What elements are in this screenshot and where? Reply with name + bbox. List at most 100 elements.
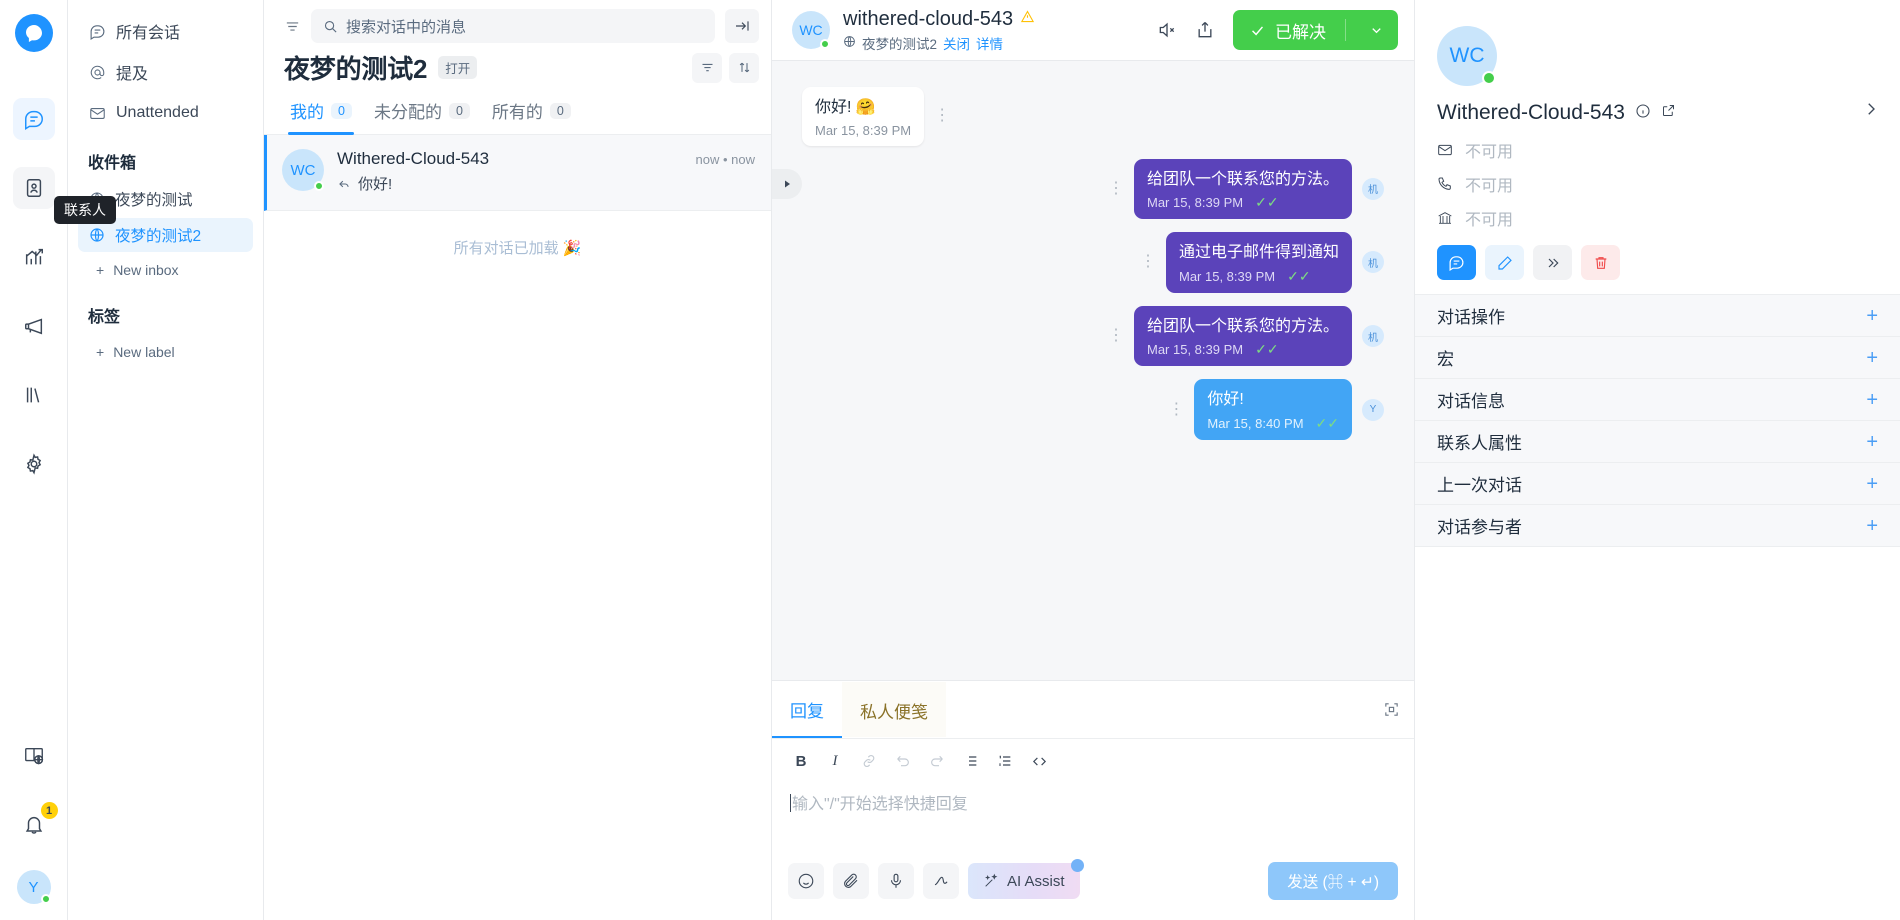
- rail-item-settings[interactable]: [13, 443, 55, 485]
- presence-dot: [820, 39, 830, 49]
- contact-email-field: 不可用: [1437, 138, 1878, 162]
- new-inbox-button[interactable]: + New inbox: [78, 254, 253, 286]
- merge-contact-button[interactable]: [1533, 245, 1572, 280]
- chat-subline: 夜梦的测试2 关闭 详情: [843, 33, 1035, 53]
- tab-count: 0: [448, 102, 470, 119]
- microphone-icon[interactable]: [878, 863, 914, 899]
- accordion-conversation-participants[interactable]: 对话参与者 +: [1415, 505, 1900, 547]
- message-bubble-outgoing: 通过电子邮件得到通知 Mar 15, 8:39 PM ✓✓: [1165, 232, 1352, 293]
- reply-editor: 回复 私人便笺 B I 输入"/"开始选择快捷回复 AI Assist 发送 (…: [772, 680, 1414, 920]
- message-menu-icon[interactable]: ⋮: [1098, 180, 1134, 197]
- delivery-status-icon: ✓✓: [1287, 267, 1311, 284]
- code-icon[interactable]: [1024, 748, 1054, 774]
- resolve-button[interactable]: 已解决: [1233, 10, 1398, 50]
- redo-icon[interactable]: [922, 748, 952, 774]
- edit-contact-button[interactable]: [1485, 245, 1524, 280]
- tab-mine[interactable]: 我的 0: [284, 92, 362, 135]
- message-timestamp: Mar 15, 8:39 PM: [1146, 195, 1244, 211]
- conversation-preview-text: 你好!: [358, 176, 393, 193]
- delete-contact-button[interactable]: [1581, 245, 1620, 280]
- expand-editor-icon[interactable]: [1383, 701, 1400, 718]
- rail-item-conversations[interactable]: [12, 98, 55, 140]
- contacts-tooltip: 联系人: [54, 196, 116, 224]
- sidebar-item-mentions[interactable]: 提及: [78, 53, 253, 91]
- bold-icon[interactable]: B: [786, 748, 816, 774]
- accordion-contact-attributes[interactable]: 联系人属性 +: [1415, 421, 1900, 463]
- numbered-list-icon[interactable]: [990, 748, 1020, 774]
- docs-globe-icon[interactable]: [13, 735, 55, 777]
- scroll-toggle-button[interactable]: [772, 169, 802, 199]
- sidebar-item-all-conversations[interactable]: 所有会话: [78, 12, 253, 50]
- plus-icon: +: [1866, 346, 1878, 369]
- external-link-icon[interactable]: [1661, 103, 1676, 123]
- sidebar-item-unattended[interactable]: Unattended: [78, 94, 253, 132]
- rail-item-campaigns[interactable]: [13, 305, 55, 347]
- format-toolbar: B I: [772, 739, 1414, 778]
- chevron-down-icon[interactable]: [1359, 23, 1394, 38]
- chat-contact-name: withered-cloud-543: [843, 7, 1014, 30]
- conversation-contact-name: Withered-Cloud-543: [337, 149, 490, 168]
- share-icon[interactable]: [1195, 20, 1215, 40]
- sidebar-item-label: 所有会话: [116, 25, 181, 42]
- avatar: WC: [1437, 26, 1497, 86]
- delivery-status-icon: ✓✓: [1315, 414, 1339, 431]
- label-group-title: 标签: [88, 309, 121, 326]
- tab-label: 我的: [290, 103, 324, 122]
- tab-unassigned[interactable]: 未分配的 0: [368, 92, 480, 134]
- message-menu-icon[interactable]: ⋮: [924, 108, 960, 124]
- plus-icon: +: [1866, 388, 1878, 411]
- send-button[interactable]: 发送 (⌘ + ↵): [1268, 862, 1398, 900]
- tab-private-note[interactable]: 私人便笺: [842, 682, 946, 737]
- message-menu-icon[interactable]: ⋮: [1158, 401, 1194, 418]
- contact-name-row: Withered-Cloud-543: [1437, 101, 1878, 125]
- user-avatar[interactable]: Y: [16, 870, 51, 904]
- tab-all[interactable]: 所有的 0: [486, 92, 581, 134]
- italic-icon[interactable]: I: [820, 748, 850, 774]
- message-menu-icon[interactable]: ⋮: [1130, 254, 1166, 270]
- bullet-list-icon[interactable]: [956, 748, 986, 774]
- close-details-link[interactable]: 关闭: [943, 33, 970, 53]
- tab-count: 0: [331, 102, 352, 119]
- sort-button[interactable]: [729, 52, 759, 83]
- ai-assist-label: AI Assist: [1007, 872, 1065, 890]
- message-menu-icon[interactable]: ⋮: [1098, 328, 1134, 344]
- accordion-previous-conversations[interactable]: 上一次对话 +: [1415, 463, 1900, 505]
- link-icon[interactable]: [854, 748, 884, 774]
- mute-speaker-icon[interactable]: [1157, 20, 1177, 40]
- message-input[interactable]: 输入"/"开始选择快捷回复: [772, 778, 1414, 856]
- editor-bottom-toolbar: AI Assist 发送 (⌘ + ↵): [772, 856, 1414, 920]
- chevron-right-icon[interactable]: [1862, 100, 1880, 123]
- chatwoot-logo: [14, 14, 53, 52]
- rail-item-reports[interactable]: [13, 236, 55, 278]
- bell-icon[interactable]: 1: [13, 802, 58, 846]
- filter-button[interactable]: [692, 52, 722, 83]
- plus-icon: +: [96, 344, 105, 360]
- new-label-button[interactable]: + New label: [78, 336, 253, 368]
- chat-title-line: withered-cloud-543: [843, 8, 1035, 31]
- text-caret: [790, 794, 791, 812]
- tab-reply[interactable]: 回复: [772, 681, 842, 738]
- accordion-macros[interactable]: 宏 +: [1415, 337, 1900, 379]
- hamburger-icon[interactable]: [284, 18, 301, 35]
- chat-header-actions: 已解决: [1157, 10, 1398, 50]
- sender-avatar: 机: [1362, 177, 1384, 200]
- rail-item-contacts[interactable]: [12, 167, 55, 209]
- attachment-icon[interactable]: [833, 863, 869, 899]
- tab-label: 未分配的: [373, 103, 442, 122]
- accordion-conversation-actions[interactable]: 对话操作 +: [1415, 295, 1900, 337]
- search-input[interactable]: 搜索对话中的消息: [311, 9, 715, 43]
- info-icon[interactable]: [1635, 103, 1651, 124]
- mail-icon: [88, 105, 106, 122]
- details-accordion: 对话操作 + 宏 + 对话信息 + 联系人属性 + 上一次对话 + 对话参与者 …: [1415, 294, 1900, 547]
- collapse-panel-button[interactable]: [725, 9, 759, 43]
- signature-icon[interactable]: [923, 863, 959, 899]
- presence-dot: [314, 181, 324, 191]
- message-contact-button[interactable]: [1437, 245, 1476, 280]
- undo-icon[interactable]: [888, 748, 918, 774]
- rail-item-help-center[interactable]: [13, 374, 55, 416]
- ai-assist-button[interactable]: AI Assist: [968, 859, 1084, 899]
- conversation-list-item[interactable]: WC Withered-Cloud-543 你好! now • now: [264, 135, 771, 211]
- accordion-conversation-info[interactable]: 对话信息 +: [1415, 379, 1900, 421]
- emoji-icon[interactable]: [788, 863, 824, 899]
- details-link[interactable]: 详情: [976, 33, 1003, 53]
